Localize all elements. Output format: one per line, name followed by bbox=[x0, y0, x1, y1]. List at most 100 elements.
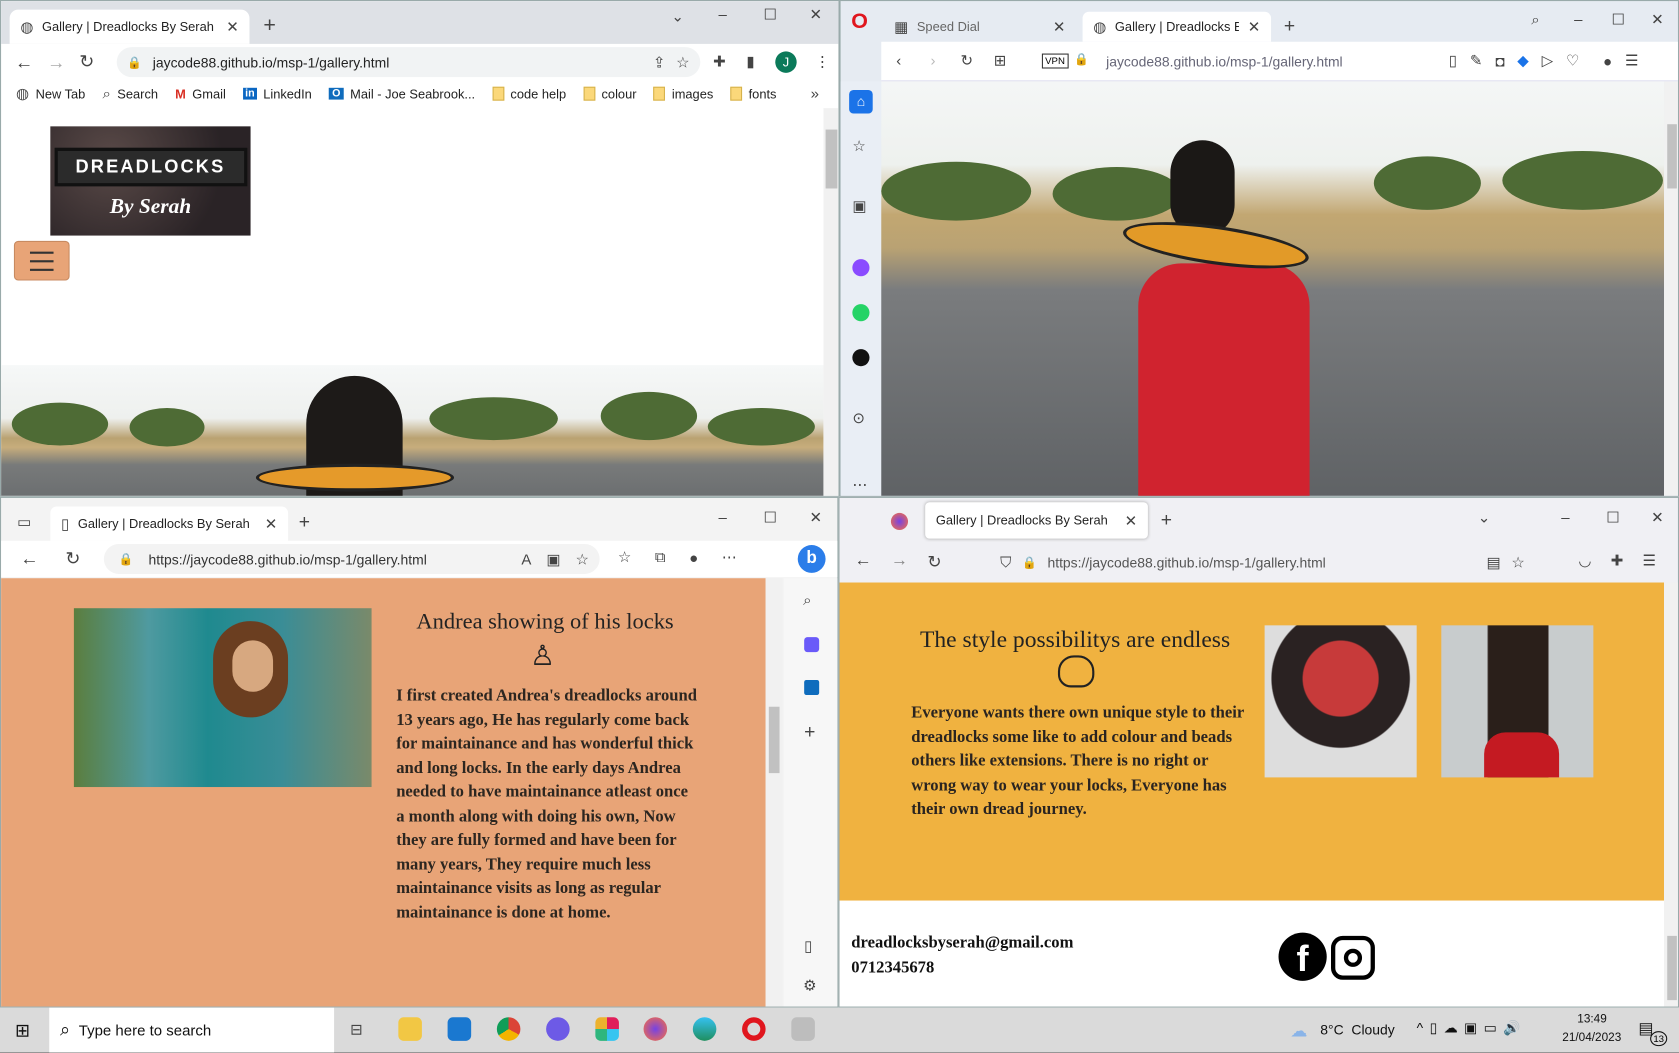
minimize-button[interactable]: – bbox=[719, 509, 727, 526]
profile-icon[interactable]: ● bbox=[1603, 51, 1612, 69]
close-tab-icon[interactable]: ✕ bbox=[226, 18, 239, 36]
maximize-button[interactable]: ☐ bbox=[763, 5, 776, 23]
contact-email[interactable]: dreadlocksbyserah@gmail.com bbox=[851, 934, 1073, 953]
star-icon[interactable]: ☆ bbox=[852, 137, 865, 155]
scrollbar[interactable] bbox=[823, 108, 839, 496]
chrome-icon[interactable] bbox=[496, 1017, 521, 1041]
new-tab-button[interactable]: + bbox=[263, 14, 276, 39]
menu-icon[interactable]: ⋮ bbox=[815, 52, 830, 70]
profile-avatar[interactable]: J bbox=[775, 51, 797, 73]
outlook-icon[interactable] bbox=[804, 679, 820, 695]
minimize-button[interactable]: – bbox=[1574, 11, 1582, 28]
opera-tab-speed-dial[interactable]: ▦ Speed Dial ✕ bbox=[883, 12, 1076, 42]
camera-icon[interactable]: ◘ bbox=[1495, 51, 1504, 69]
copilot-icon[interactable] bbox=[804, 637, 820, 653]
add-icon[interactable]: + bbox=[804, 721, 815, 743]
pocket-icon[interactable]: ◡ bbox=[1578, 551, 1591, 569]
forward-icon[interactable]: › bbox=[931, 51, 936, 68]
clock-time[interactable]: 13:49 bbox=[1577, 1013, 1606, 1026]
more-bookmarks-icon[interactable]: » bbox=[811, 85, 819, 102]
star-icon[interactable]: ☆ bbox=[676, 53, 689, 71]
bookmark-gmail[interactable]: M Gmail bbox=[175, 85, 226, 103]
close-window-button[interactable]: ✕ bbox=[1651, 509, 1664, 527]
back-icon[interactable]: ‹ bbox=[896, 51, 901, 68]
bookmark-images[interactable]: images bbox=[653, 85, 713, 103]
menu-icon[interactable]: ⋯ bbox=[722, 548, 737, 566]
bag-icon[interactable]: ▣ bbox=[852, 197, 866, 215]
url-text[interactable]: jaycode88.github.io/msp-1/gallery.html bbox=[1106, 54, 1343, 70]
file-explorer-icon[interactable] bbox=[398, 1017, 422, 1041]
list-tabs-icon[interactable]: ⌄ bbox=[1478, 509, 1491, 527]
more-icon[interactable]: ⋯ bbox=[852, 475, 867, 493]
sidebar-toggle-icon[interactable]: ▯ bbox=[804, 937, 812, 955]
close-tab-icon[interactable]: ✕ bbox=[265, 515, 278, 533]
shield-icon[interactable]: ⛉ bbox=[1000, 553, 1011, 571]
scrollbar[interactable] bbox=[765, 578, 783, 1007]
tabs-grid-icon[interactable]: ⊞ bbox=[994, 51, 1007, 69]
reader-icon[interactable]: ▯ bbox=[1449, 51, 1457, 69]
player-icon[interactable]: ⊙ bbox=[852, 409, 865, 427]
send-icon[interactable]: ▷ bbox=[1542, 51, 1554, 69]
edge-tab[interactable]: ▯ Gallery | Dreadlocks By Serah ✕ bbox=[50, 506, 289, 541]
new-tab-button[interactable]: + bbox=[1161, 509, 1172, 531]
settings-icon[interactable]: ⚙ bbox=[803, 977, 816, 995]
reload-icon[interactable]: ↻ bbox=[65, 548, 80, 569]
hamburger-menu-button[interactable] bbox=[13, 240, 70, 281]
bookmark-colour[interactable]: colour bbox=[583, 85, 637, 103]
close-tab-icon[interactable]: ✕ bbox=[1125, 511, 1138, 529]
instagram-icon[interactable] bbox=[1331, 935, 1375, 980]
reader-view-icon[interactable]: ▤ bbox=[1486, 553, 1500, 571]
menu-icon[interactable]: ☰ bbox=[1643, 551, 1656, 569]
back-icon[interactable]: ← bbox=[20, 548, 38, 569]
maximize-button[interactable]: ☐ bbox=[1612, 11, 1625, 29]
opera-icon[interactable] bbox=[742, 1017, 766, 1041]
snap-icon[interactable]: ✎ bbox=[1470, 51, 1483, 69]
close-window-button[interactable]: ✕ bbox=[810, 509, 823, 527]
favorites-icon[interactable]: ☆ bbox=[618, 548, 631, 566]
search-icon[interactable]: ⌕ bbox=[803, 591, 811, 609]
tab-actions-icon[interactable]: ▭ bbox=[17, 513, 31, 531]
contact-phone[interactable]: 0712345678 bbox=[851, 958, 934, 977]
chrome-tab[interactable]: ◍ Gallery | Dreadlocks By Serah ✕ bbox=[9, 9, 250, 44]
bookmark-mail[interactable]: O Mail - Joe Seabrook... bbox=[328, 85, 475, 103]
share-icon[interactable]: ⇪ bbox=[653, 53, 666, 71]
weather-text[interactable]: 8°C Cloudy bbox=[1320, 1022, 1394, 1038]
profile-icon[interactable]: ● bbox=[689, 548, 698, 566]
bookmark-search[interactable]: ⌕ Search bbox=[102, 85, 158, 103]
bookmark-star-icon[interactable]: ☆ bbox=[1511, 553, 1524, 571]
address-bar[interactable]: ⛉ 🔒 https://jaycode88.github.io/msp-1/ga… bbox=[989, 546, 1525, 578]
home-icon[interactable]: ⌂ bbox=[849, 89, 873, 114]
close-window-button[interactable]: ✕ bbox=[810, 5, 823, 23]
app-icon[interactable] bbox=[546, 1017, 570, 1041]
start-button[interactable]: ⊞ bbox=[15, 1020, 30, 1041]
site-logo[interactable]: DREADLOCKS By Serah bbox=[50, 126, 251, 236]
address-bar[interactable]: 🔒 jaycode88.github.io/msp-1/gallery.html… bbox=[116, 47, 701, 78]
tab-search-icon[interactable]: ⌄ bbox=[671, 7, 684, 25]
gimp-icon[interactable] bbox=[791, 1017, 815, 1041]
maximize-button[interactable]: ☐ bbox=[1606, 509, 1619, 527]
vpn-badge[interactable]: VPN bbox=[1041, 53, 1069, 69]
task-view-icon[interactable]: ⊟ bbox=[350, 1020, 363, 1038]
favorite-icon[interactable]: ☆ bbox=[575, 550, 588, 568]
scrollbar[interactable] bbox=[1664, 81, 1678, 496]
tiktok-icon[interactable] bbox=[852, 349, 870, 367]
system-tray-icons[interactable]: ^▯☁▣▭🔊 bbox=[1417, 1019, 1527, 1036]
read-aloud-icon[interactable]: A bbox=[521, 550, 531, 567]
extensions-icon[interactable]: ✚ bbox=[713, 52, 726, 70]
close-tab-icon[interactable]: ✕ bbox=[1248, 18, 1261, 36]
firefox-tab[interactable]: Gallery | Dreadlocks By Serah ✕ bbox=[925, 502, 1148, 539]
close-window-button[interactable]: ✕ bbox=[1651, 11, 1664, 29]
reload-icon[interactable]: ↻ bbox=[79, 51, 94, 72]
firefox-icon[interactable] bbox=[643, 1017, 668, 1041]
bookmark-code-help[interactable]: code help bbox=[492, 85, 566, 103]
side-panel-icon[interactable]: ▮ bbox=[746, 52, 754, 70]
immersive-reader-icon[interactable]: ▣ bbox=[546, 550, 560, 568]
reload-icon[interactable]: ↻ bbox=[961, 51, 974, 69]
back-icon[interactable]: ← bbox=[15, 52, 33, 73]
heart-icon[interactable]: ♡ bbox=[1566, 51, 1579, 69]
new-tab-button[interactable]: + bbox=[299, 511, 310, 533]
close-tab-icon[interactable]: ✕ bbox=[1053, 18, 1066, 36]
forward-icon[interactable]: → bbox=[47, 52, 65, 73]
shield-icon[interactable]: ◆ bbox=[1517, 51, 1529, 69]
facebook-icon[interactable]: f bbox=[1278, 932, 1327, 981]
